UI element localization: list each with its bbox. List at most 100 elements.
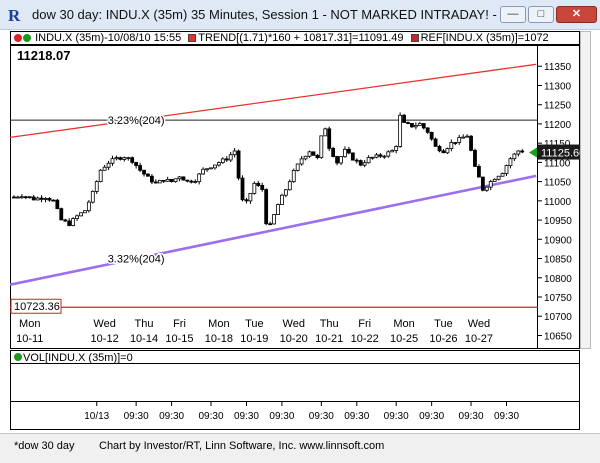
candle-body <box>224 158 229 161</box>
date-label: 10-19 <box>240 333 268 345</box>
tab-dow-30-day[interactable]: *dow 30 day <box>14 440 75 452</box>
candle-body <box>504 165 509 174</box>
candle-body <box>496 175 501 180</box>
window-title: dow 30 day: INDU.X (35m) 35 Minutes, Ses… <box>32 7 525 22</box>
candle-body <box>67 220 72 226</box>
date-label: 10-21 <box>315 333 343 345</box>
candle-body <box>264 189 269 225</box>
candle-body <box>343 148 347 158</box>
y-tick-label: 11000 <box>544 197 572 208</box>
candle-body <box>110 158 115 164</box>
candle-body <box>213 164 217 169</box>
candle-body <box>417 123 422 126</box>
candle-body <box>71 218 75 226</box>
candle-body <box>153 181 158 184</box>
time-label: 09:30 <box>159 411 184 422</box>
y-tick-label: 11300 <box>544 81 572 92</box>
close-button[interactable]: ✕ <box>556 6 597 23</box>
day-label: Mon <box>393 318 414 330</box>
candle-body <box>516 150 521 155</box>
candle-body <box>35 197 40 201</box>
candle-body <box>437 145 442 152</box>
time-label: 09:30 <box>494 411 519 422</box>
y-tick-label: 10900 <box>544 235 572 246</box>
top-left-price: 11218.07 <box>17 48 71 63</box>
price-chart: 3.23%(204) 3.32%(204) 11218.07 10723.36 Mon 1… <box>10 48 538 345</box>
ref-legend[interactable]: REF[INDU.X (35m)]=1072 <box>421 32 549 44</box>
candle-body <box>118 157 123 160</box>
candle-body <box>465 135 470 138</box>
date-label: 10-18 <box>205 333 233 345</box>
candle-body <box>339 156 343 164</box>
candle-body <box>146 173 150 177</box>
date-label: 10-22 <box>351 333 379 345</box>
day-label: Thu <box>320 318 339 330</box>
candle-body <box>169 178 174 183</box>
candle-body <box>157 179 162 184</box>
candle-body <box>220 158 225 164</box>
candle-body <box>488 181 493 188</box>
candle-body <box>90 191 95 203</box>
vertical-scrollbar[interactable] <box>580 31 591 349</box>
candle-body <box>366 157 371 164</box>
candle-body <box>280 194 284 205</box>
day-label: Fri <box>173 318 186 330</box>
candle-body <box>473 149 477 167</box>
candle-body <box>484 186 489 191</box>
candle-body <box>205 168 209 171</box>
price-axis[interactable]: 10650 10700 10750 10800 10850 10900 10950 11000… <box>538 45 580 349</box>
tab-bar: *dow 30 day Chart by Investor/RT, Linn S… <box>0 433 600 463</box>
candle-body <box>291 170 296 183</box>
trend-color-icon <box>188 34 197 42</box>
candle-body <box>441 150 446 154</box>
price-axis-svg: 10650 10700 10750 10800 10850 10900 10950 11000… <box>538 62 580 342</box>
candle-body <box>130 157 135 163</box>
upper-channel-label: 3.23%(204) <box>108 115 165 127</box>
candle-body <box>276 204 280 215</box>
date-label: 10-12 <box>91 333 119 345</box>
candle-body <box>331 148 336 157</box>
candle-body <box>453 142 458 144</box>
chart-credit: Chart by Investor/RT, Linn Software, Inc… <box>99 440 385 452</box>
symbol-legend[interactable]: INDU.X (35m)-10/08/10 15:55 <box>35 32 181 44</box>
volume-pane[interactable] <box>10 364 580 402</box>
candle-body <box>189 180 194 183</box>
volume-legend-bar: VOL[INDU.X (35m)]=0 <box>10 350 580 364</box>
candle-body <box>51 199 56 202</box>
candle-body <box>311 151 316 156</box>
maximize-button[interactable]: □ <box>528 6 554 23</box>
trend-legend[interactable]: TREND[(1.71)*160 + 10817.31]=11091.49 <box>198 32 403 44</box>
candle-body <box>295 163 300 171</box>
candle-body <box>520 150 525 153</box>
candle-body <box>122 157 127 160</box>
last-price-label: 11125.60 <box>541 148 580 160</box>
candle-body <box>27 196 32 199</box>
candle-body <box>106 162 111 168</box>
candle-body <box>173 178 178 183</box>
candle-body <box>252 182 257 194</box>
candle-body <box>319 135 324 159</box>
date-label: 10-11 <box>16 333 43 345</box>
candle-body <box>197 173 202 182</box>
candle-body <box>299 158 304 165</box>
price-chart-pane[interactable]: 3.23%(204) 3.32%(204) 11218.07 10723.36 Mon 1… <box>10 45 538 349</box>
time-label: 09:30 <box>384 411 409 422</box>
candle-body <box>209 167 213 170</box>
candle-body <box>287 181 292 191</box>
date-label: 10-25 <box>390 333 418 345</box>
minimize-button[interactable]: — <box>500 6 526 23</box>
date-label: 10-14 <box>130 333 158 345</box>
time-label: 10/13 <box>84 411 109 422</box>
green-dot-icon <box>23 34 31 42</box>
candle-body <box>134 161 139 166</box>
date-label: 10-26 <box>429 333 457 345</box>
date-label: 10-20 <box>280 333 308 345</box>
reference-value-label: 10723.36 <box>14 301 60 313</box>
volume-legend[interactable]: VOL[INDU.X (35m)]=0 <box>23 352 133 364</box>
candle-body <box>232 150 237 156</box>
candle-body <box>398 114 403 147</box>
time-label: 09:30 <box>459 411 484 422</box>
time-label: 09:30 <box>309 411 334 422</box>
candle-body <box>193 181 198 183</box>
candle-body <box>469 135 473 151</box>
